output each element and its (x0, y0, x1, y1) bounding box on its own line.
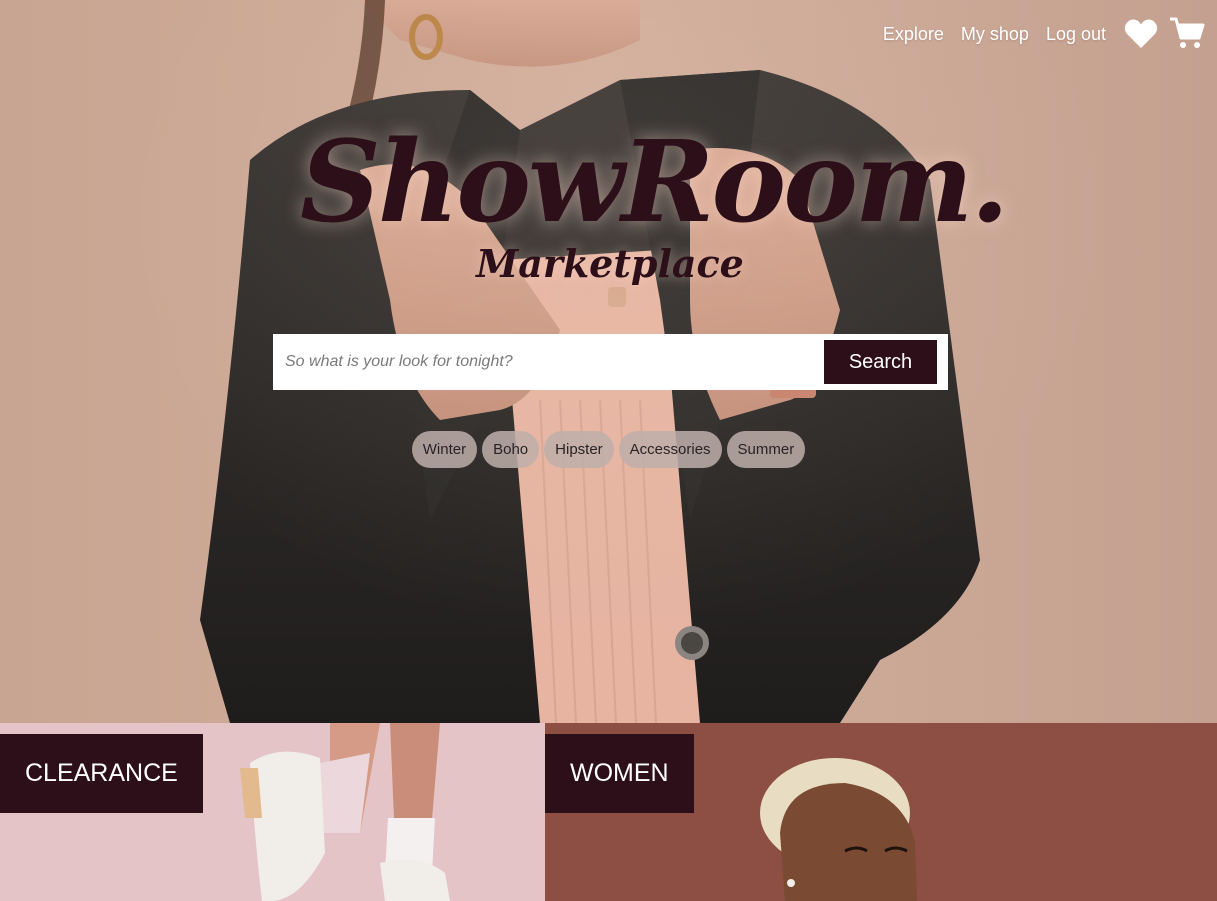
favorites-button[interactable] (1123, 16, 1159, 52)
logo: ShowRoom. Marketplace (300, 117, 1009, 308)
tag-summer[interactable]: Summer (726, 431, 806, 468)
nav-explore-link[interactable]: Explore (883, 24, 944, 45)
category-women[interactable]: WOMEN (545, 723, 1217, 901)
hero-banner: Explore My shop Log out ShowRoom. Market… (0, 0, 1217, 723)
search-bar: Search (273, 334, 948, 390)
logo-title: ShowRoom. (300, 117, 1009, 248)
tag-winter[interactable]: Winter (411, 431, 478, 468)
search-input[interactable] (273, 334, 818, 390)
nav-my-shop-link[interactable]: My shop (961, 24, 1029, 45)
search-button[interactable]: Search (824, 340, 937, 384)
page: Explore My shop Log out ShowRoom. Market… (0, 0, 1217, 901)
category-label-clearance: CLEARANCE (0, 734, 203, 813)
tag-list: Winter Boho Hipster Accessories Summer (0, 431, 1217, 468)
heart-icon (1124, 19, 1158, 48)
tag-accessories[interactable]: Accessories (618, 431, 722, 468)
category-label-women: WOMEN (545, 734, 694, 813)
nav-log-out-link[interactable]: Log out (1046, 24, 1106, 45)
cart-icon (1170, 17, 1205, 48)
category-clearance[interactable]: CLEARANCE (0, 723, 545, 901)
logo-subtitle: Marketplace (476, 241, 744, 286)
category-tiles: CLEARANCE WOMEN (0, 723, 1217, 901)
cart-button[interactable] (1169, 16, 1205, 52)
tag-boho[interactable]: Boho (482, 431, 540, 468)
top-navigation: Explore My shop Log out (883, 16, 1217, 52)
tag-hipster[interactable]: Hipster (544, 431, 614, 468)
